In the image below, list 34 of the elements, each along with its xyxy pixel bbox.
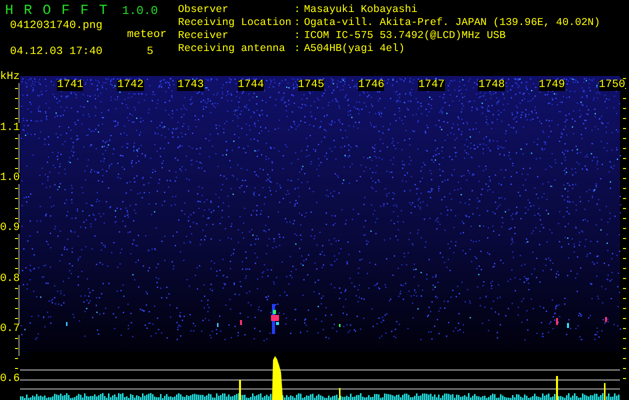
time-label: 1745 <box>298 80 324 91</box>
app-title: H R O F F T <box>4 3 108 20</box>
separator: : <box>294 43 302 56</box>
time-label: 1747 <box>418 80 445 91</box>
frequency-label: 0.7 <box>0 324 20 335</box>
frequency-label: 1.1 <box>0 123 20 134</box>
version-label: 1.0.0 <box>122 3 160 20</box>
frequency-label: 0.9 <box>0 223 20 234</box>
info-label: Receiving antenna <box>178 43 286 56</box>
info-label: Observer <box>178 4 230 17</box>
unit-label: kHz <box>0 72 20 83</box>
info-value: A504HB(yagi 4el) <box>304 43 406 56</box>
time-label: 1743 <box>177 80 204 91</box>
meteor-label: meteor <box>126 29 168 43</box>
meteor-count: 5 <box>146 46 154 60</box>
file-name: 0412031740.png <box>9 20 104 34</box>
time-label: 1748 <box>478 80 505 91</box>
date-time: 04.12.03 17:40 <box>9 46 104 60</box>
separator: : <box>294 4 302 17</box>
time-label: 1744 <box>238 80 264 91</box>
info-label: Receiver <box>178 30 230 43</box>
separator: : <box>294 17 302 30</box>
info-value: ICOM IC-575 53.7492(@LCD)MHz USB <box>304 30 507 43</box>
time-label: 1742 <box>117 80 144 91</box>
info-label: Receiving Location <box>178 17 292 30</box>
frequency-label: 0.8 <box>0 274 20 285</box>
time-label: 1741 <box>57 80 84 91</box>
time-label: 1750 <box>598 80 626 91</box>
frequency-label: 1.0 <box>0 173 20 184</box>
time-label: 1746 <box>358 80 384 91</box>
separator: : <box>294 30 302 43</box>
info-value: Ogata-vill. Akita-Pref. JAPAN (139.96E, 40.02N) <box>304 17 600 30</box>
info-value: Masayuki Kobayashi <box>304 4 418 17</box>
time-label: 1749 <box>538 80 565 91</box>
